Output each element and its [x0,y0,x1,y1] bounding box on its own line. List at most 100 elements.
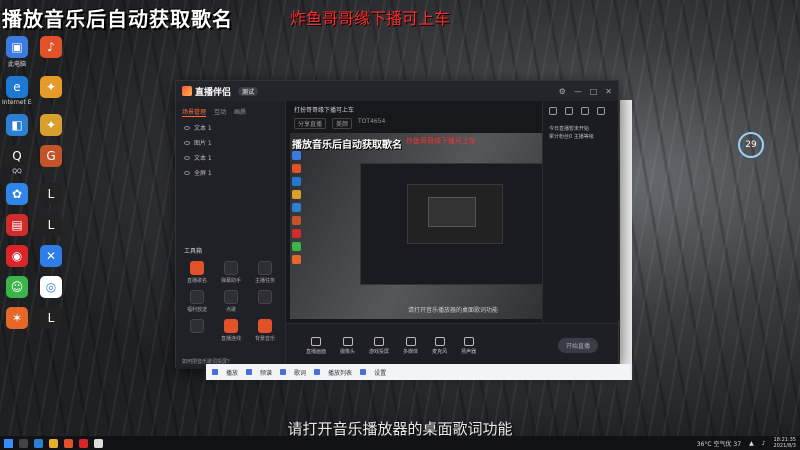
desktop-icon[interactable]: ✦ [36,114,66,137]
beauty-button[interactable]: 美颜 [332,118,353,129]
weather-widget[interactable]: 29 [738,132,764,158]
share-icon[interactable] [597,107,605,115]
taskbar-app-icon[interactable] [64,438,73,448]
tool-item[interactable] [250,290,280,313]
desktop-icon[interactable]: ✕ [36,245,66,268]
network-icon: ◧ [6,114,28,136]
tool-icon [190,261,204,275]
eye-icon[interactable] [184,125,190,130]
network-icon[interactable]: ▲ [749,440,754,447]
desktop-icon[interactable]: ▤ [2,214,32,237]
tool-item[interactable] [182,319,212,342]
scene-panel: 场景管理 互动 画质 文本 1 图片 1 文本 1 全屏 1 工具箱 直播歌名 弹… [176,101,286,369]
close-icon[interactable]: ✕ [605,87,612,96]
desktop-icon[interactable]: L [36,214,66,237]
microphone-button[interactable]: 麦克风 [432,336,447,355]
preview-red-text: 炸鱼哥哥缘下播可上车 [406,137,476,145]
tool-item[interactable]: 点歌 [216,290,246,313]
desktop-icon[interactable]: eInternet Explorer [2,76,32,106]
music-item[interactable]: 歌词 [294,368,306,377]
desktop-icon[interactable]: ◉ [2,245,32,268]
microphone-icon [434,336,445,346]
music-item[interactable]: 播放列表 [328,368,352,377]
tool-item[interactable]: 弹幕助手 [216,261,246,284]
clock-date: 2021/8/3 [773,443,796,449]
tool-icon [190,319,204,333]
toolbox-title: 工具箱 [184,248,203,255]
eye-icon[interactable] [184,140,190,145]
tab-interaction[interactable]: 互动 [214,107,226,117]
music-item[interactable]: 播放 [226,368,238,377]
screen-icon [311,336,321,346]
music-item[interactable]: 频谱 [260,368,272,377]
desktop-icons: ▣此电脑♪eInternet Explorer✦◧✦QQQG✿L▤L◉✕☺◎✶L [2,36,66,330]
task-view-icon[interactable] [34,438,43,448]
explorer-icon[interactable] [49,438,58,448]
desktop-icon[interactable]: ◎ [36,276,66,299]
preview-icon [292,151,301,160]
message-icon[interactable] [565,107,573,115]
search-icon[interactable] [19,438,28,448]
media-button[interactable]: 多媒体 [403,336,418,355]
settings-icon[interactable] [360,369,367,375]
tool-label: 背景音乐 [254,336,275,342]
clock[interactable]: 18:21:35 2021/8/3 [774,437,796,449]
scene-item[interactable]: 图片 1 [176,135,285,150]
desktop-icon[interactable]: L [36,183,66,206]
desktop-icon[interactable]: G [36,145,66,175]
nested-preview [360,163,550,285]
music-player-bar: 播放 频谱 歌词 播放列表 设置 [206,364,630,380]
speaker-button[interactable]: 扬声器 [461,336,476,355]
maximize-icon[interactable]: □ [590,87,598,96]
desktop-icon[interactable]: ✿ [2,183,32,206]
scene-item[interactable]: 文本 1 [176,120,285,135]
weather-status[interactable]: 36°C 空气优 37 [697,439,741,448]
desktop-icon-label: Internet Explorer [2,99,32,106]
desktop-icon[interactable]: ◧ [2,114,32,137]
tool-item[interactable]: 背景音乐 [250,319,280,342]
tab-scenes[interactable]: 场景管理 [182,107,207,117]
tab-quality[interactable]: 画质 [234,107,246,117]
overlay-title: 播放音乐后自动获取歌名 [2,7,233,31]
game-capture-button[interactable]: 游戏投屏 [369,336,389,355]
desktop-icon[interactable]: ▣ 此电脑 [2,36,32,68]
desktop-icon[interactable]: ♪ [36,36,66,68]
share-button[interactable]: 分享直播 [294,118,327,129]
windows-start-icon[interactable] [4,438,13,448]
scene-item[interactable]: 全屏 1 [176,165,285,180]
music-item[interactable]: 设置 [374,368,386,377]
volume-icon[interactable]: ♪ [762,440,766,447]
desktop-icon[interactable]: L [36,307,66,330]
bell-icon[interactable] [581,107,589,115]
tool-item[interactable]: 主播任务 [250,261,280,284]
eye-icon[interactable] [184,155,190,160]
taskbar-app-icon[interactable] [94,438,103,448]
live-companion-window: 直播伴侣 测试 ⚙ — □ ✕ 场景管理 互动 画质 文本 1 图片 1 文本 … [175,80,620,369]
gift-icon[interactable] [549,107,557,115]
taskbar-app-icon[interactable] [79,438,88,448]
spectrum-icon[interactable] [246,369,253,375]
scene-label: 全屏 1 [194,170,212,177]
tool-item[interactable]: 直播歌名 [182,261,212,284]
desktop-icon[interactable]: ✶ [2,307,32,330]
play-icon[interactable] [212,369,218,375]
app-title: 直播伴侣 [195,87,232,98]
screen-capture-button[interactable]: 直播画面 [306,336,326,355]
preview-title: 播放音乐后自动获取歌名 [292,140,402,151]
start-live-button[interactable]: 开始直播 [557,338,598,353]
desktop-icon[interactable]: Q QQ [2,145,32,175]
eye-icon[interactable] [184,170,190,175]
scene-label: 文本 1 [194,125,212,132]
app-icon: ✶ [6,307,28,329]
tool-item[interactable]: 福利放送 [182,290,212,313]
preview-icon [292,164,301,173]
scene-item[interactable]: 文本 1 [176,150,285,165]
desktop-icon[interactable]: ✦ [36,76,66,106]
lyrics-icon[interactable] [280,369,287,375]
minimize-icon[interactable]: — [574,87,582,96]
playlist-icon[interactable] [314,369,321,375]
camera-button[interactable]: 摄像头 [340,336,355,355]
tool-item[interactable]: 直播连线 [216,319,246,342]
settings-icon[interactable]: ⚙ [559,87,566,96]
desktop-icon[interactable]: ☺ [2,276,32,299]
